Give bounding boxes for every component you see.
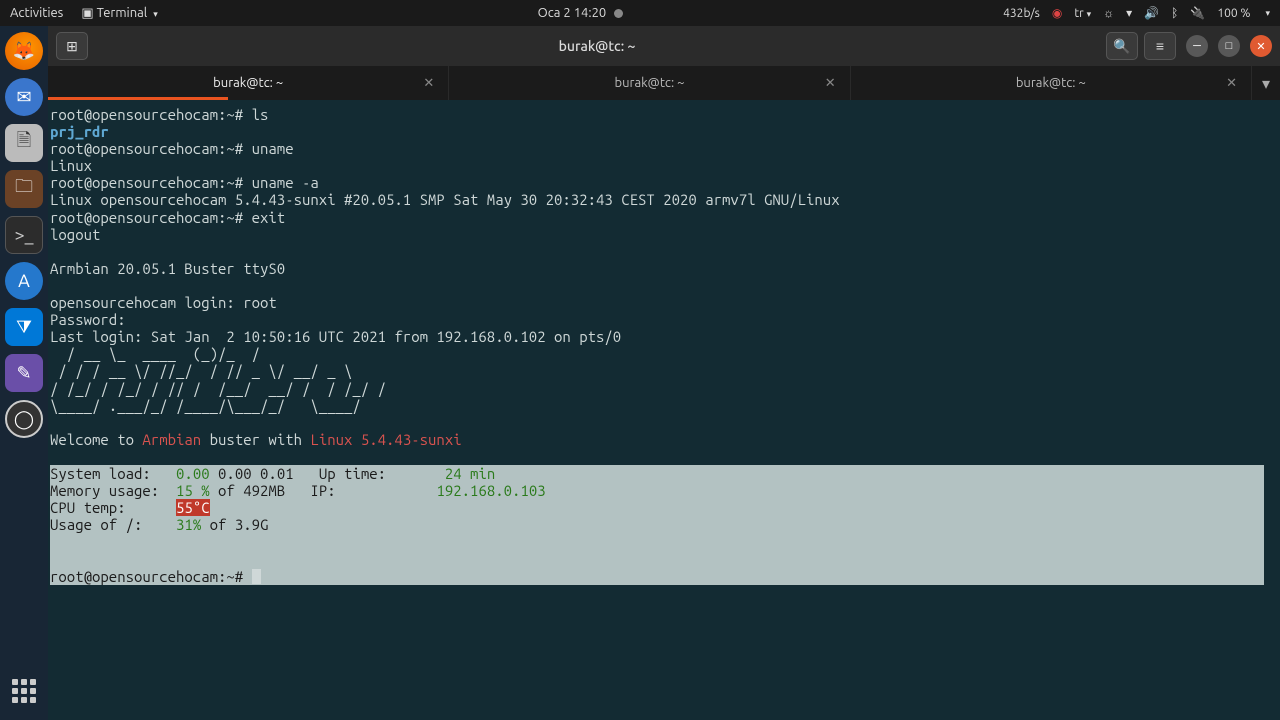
selected-text: Usage of /: 31% of 3.9G [50, 516, 1264, 533]
prompt: root@opensourcehocam:~# [50, 174, 252, 191]
indicator-icon[interactable]: ◉ [1052, 6, 1062, 20]
tab-2[interactable]: burak@tc: ~ ✕ [449, 66, 850, 100]
chevron-down-icon: ▾ [1262, 74, 1270, 93]
terminal-menu-icon: ▣ [81, 6, 93, 20]
thunderbird-launcher[interactable]: ✉ [5, 78, 43, 116]
terminal-window: ⊞ burak@tc: ~ 🔍 ≡ ─ □ ✕ burak@tc: ~ ✕ bu… [48, 26, 1280, 720]
firefox-launcher[interactable]: 🦊 [5, 32, 43, 70]
new-tab-icon: ⊞ [66, 38, 78, 55]
minimize-button[interactable]: ─ [1186, 35, 1208, 57]
terminal-output[interactable]: root@opensourcehocam:~# lsprj_rdrroot@op… [48, 100, 1280, 720]
cursor [252, 569, 261, 584]
software-launcher[interactable]: A [5, 262, 43, 300]
tab-close-icon[interactable]: ✕ [423, 76, 434, 91]
prompt: root@opensourcehocam:~# [50, 209, 252, 226]
maximize-button[interactable]: □ [1218, 35, 1240, 57]
editor-launcher[interactable]: ✎ [5, 354, 43, 392]
obs-launcher[interactable]: ◯ [5, 400, 43, 438]
keyboard-layout[interactable]: tr▾ [1074, 7, 1091, 20]
tab-label: burak@tc: ~ [1016, 76, 1086, 90]
output-line: Armbian 20.05.1 Buster ttyS0 [50, 260, 1278, 277]
tab-label: burak@tc: ~ [213, 76, 283, 90]
brightness-icon[interactable]: ☼ [1103, 6, 1114, 20]
window-title: burak@tc: ~ [88, 38, 1106, 54]
system-menu-arrow-icon[interactable]: ▾ [1265, 8, 1270, 19]
terminal-launcher[interactable]: >_ [5, 216, 43, 254]
output-line: Linux opensourcehocam 5.4.43-sunxi #20.0… [50, 191, 1278, 208]
nautilus-launcher[interactable]: 🗀 [5, 170, 43, 208]
command: ls [252, 106, 269, 123]
output-line: prj_rdr [50, 123, 1278, 140]
selected-text: System load: 0.00 0.00 0.01 Up time: 24 … [50, 465, 1264, 482]
power-icon[interactable]: 🔌 [1190, 6, 1205, 20]
search-button[interactable]: 🔍 [1106, 32, 1138, 60]
wifi-icon[interactable]: ▾ [1126, 6, 1132, 20]
tab-3[interactable]: burak@tc: ~ ✕ [851, 66, 1252, 100]
selected-text [50, 533, 1264, 550]
hamburger-menu-button[interactable]: ≡ [1144, 32, 1176, 60]
volume-icon[interactable]: 🔊 [1144, 6, 1159, 20]
tab-close-icon[interactable]: ✕ [825, 76, 836, 91]
tab-bar: burak@tc: ~ ✕ burak@tc: ~ ✕ burak@tc: ~ … [48, 66, 1280, 100]
tabs-dropdown[interactable]: ▾ [1252, 66, 1280, 100]
files-launcher[interactable]: 🗎 [5, 124, 43, 162]
search-icon: 🔍 [1113, 38, 1130, 55]
command: exit [252, 209, 286, 226]
prompt: root@opensourcehocam:~# [50, 568, 252, 585]
net-speed: 432b/s [1003, 7, 1040, 20]
prompt: root@opensourcehocam:~# [50, 106, 252, 123]
ascii-art: \____/ .___/_/ /____/\___/_/ \____/ [50, 397, 1278, 414]
ascii-art: / __ \_ ____ (_)/_ / [50, 345, 1278, 362]
show-applications[interactable] [5, 672, 43, 710]
selected-text [50, 550, 1264, 567]
tab-1[interactable]: burak@tc: ~ ✕ [48, 66, 449, 100]
menu-icon: ≡ [1156, 38, 1164, 54]
bluetooth-icon[interactable]: ᛒ [1171, 7, 1178, 20]
prompt: root@opensourcehocam:~# [50, 140, 252, 157]
maximize-icon: □ [1226, 40, 1233, 52]
dock: 🦊 ✉ 🗎 🗀 >_ A ⧩ ✎ ◯ [0, 26, 48, 720]
clock[interactable]: Oca 2 14:20 [538, 6, 607, 20]
activities-button[interactable]: Activities [10, 6, 63, 20]
command: uname [252, 140, 294, 157]
gnome-topbar: Activities ▣ Terminal ▾ Oca 2 14:20 432b… [0, 0, 1280, 26]
ascii-art: / / / __ \/ //_/ / // _ \/ __/ _ \ [50, 362, 1278, 379]
welcome-line: Welcome to Armbian buster with Linux 5.4… [50, 431, 1278, 448]
close-icon: ✕ [1256, 40, 1265, 53]
vscode-launcher[interactable]: ⧩ [5, 308, 43, 346]
app-menu[interactable]: ▣ Terminal ▾ [81, 6, 157, 21]
close-button[interactable]: ✕ [1250, 35, 1272, 57]
output-line: logout [50, 226, 1278, 243]
command: uname -a [252, 174, 319, 191]
output-line: opensourcehocam login: root [50, 294, 1278, 311]
selected-text: Memory usage: 15 % of 492MB IP: 192.168.… [50, 482, 1264, 499]
notification-dot-icon [614, 9, 623, 18]
output-line: Linux [50, 157, 1278, 174]
battery-text: 100 % [1217, 7, 1250, 20]
window-titlebar: ⊞ burak@tc: ~ 🔍 ≡ ─ □ ✕ [48, 26, 1280, 66]
tab-close-icon[interactable]: ✕ [1226, 76, 1237, 91]
minimize-icon: ─ [1193, 40, 1201, 52]
selected-text: CPU temp: 55°C [50, 499, 1264, 516]
tab-label: burak@tc: ~ [615, 76, 685, 90]
output-line: Last login: Sat Jan 2 10:50:16 UTC 2021 … [50, 328, 1278, 345]
output-line: Password: [50, 311, 1278, 328]
ascii-art: / /_/ / /_/ / // / /__/ __/ / / /_/ / [50, 380, 1278, 397]
selected-text: root@opensourcehocam:~# [50, 568, 1264, 585]
new-tab-button[interactable]: ⊞ [56, 32, 88, 60]
